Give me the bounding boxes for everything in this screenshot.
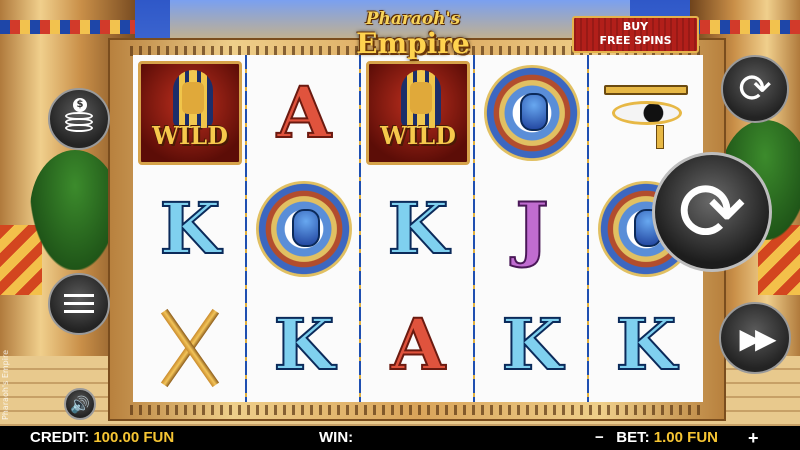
fast-forward-icon: ▶▶ (739, 321, 776, 355)
reel-symbol: A (361, 287, 475, 403)
reel-symbol (133, 287, 247, 403)
reel-symbol (247, 171, 361, 287)
letter-k-symbol: K (615, 303, 678, 386)
reel-symbol: WILD (133, 55, 247, 171)
letter-k-symbol: K (159, 187, 222, 270)
autoplay-button[interactable]: ⟳ (721, 55, 789, 123)
buy-free-spins-button[interactable]: BUY FREE SPINS (572, 16, 699, 53)
reel-2: AK (247, 55, 361, 402)
menu-button[interactable] (48, 273, 110, 335)
bet-increase-button[interactable]: + (748, 426, 759, 450)
reel-3: WILD K A (361, 55, 475, 402)
crook-and-flail-icon (142, 297, 238, 393)
reel-symbol: K (589, 287, 703, 403)
bet-label: BET: (616, 429, 650, 446)
reel-symbol: K (475, 287, 589, 403)
reel-symbol: J (475, 171, 589, 287)
logo-line2: Empire (356, 27, 470, 60)
wild-pharaoh-symbol: WILD (138, 61, 242, 165)
fast-forward-button[interactable]: ▶▶ (719, 302, 791, 374)
free-spins-label: FREE SPINS (599, 34, 672, 47)
bet-coins-button[interactable]: $ (48, 88, 110, 150)
letter-a-symbol: A (276, 71, 332, 154)
reel-4: JK (475, 55, 589, 402)
letter-a-symbol: A (390, 303, 446, 386)
eye-of-horus-icon (598, 73, 694, 153)
letter-j-symbol: J (514, 187, 549, 270)
game-logo: Pharaoh's Empire (338, 9, 488, 63)
credit-value: 100.00 FUN (93, 429, 175, 446)
win-label: WIN: (319, 429, 354, 446)
scarab-icon (256, 181, 352, 277)
game-watermark: Pharaoh's Empire (1, 350, 10, 421)
palm-left (30, 150, 120, 270)
reel-1: WILD K (133, 55, 247, 402)
reel-symbol: A (247, 55, 361, 171)
wild-label: WILD (380, 121, 456, 150)
bet-decrease-button[interactable]: − (595, 429, 604, 446)
logo-line1: Pharaoh's (365, 9, 461, 29)
reel-symbol: K (361, 171, 475, 287)
reel-symbol: K (247, 287, 361, 403)
autoplay-icon: ⟳ (738, 66, 772, 112)
hamburger-icon (64, 294, 94, 314)
bet-display: − BET: 1.00 FUN (595, 426, 718, 450)
bet-value: 1.00 FUN (653, 429, 718, 446)
coins-icon: $ (65, 98, 93, 134)
reel-symbol: WILD (361, 55, 475, 171)
sound-button[interactable]: 🔊 (64, 388, 96, 420)
wild-label: WILD (152, 121, 228, 150)
letter-k-symbol: K (501, 303, 564, 386)
bottom-status-bar: CREDIT: 100.00 FUN WIN: − BET: 1.00 FUN … (0, 426, 800, 450)
credit-display: CREDIT: 100.00 FUN (30, 426, 174, 450)
reels-grid: WILD K A K WILD K A J K K (133, 55, 703, 403)
spin-button[interactable]: ⟳ (652, 152, 772, 272)
spin-icon: ⟳ (677, 164, 747, 260)
reel-symbol (589, 55, 703, 171)
reel-symbol: K (133, 171, 247, 287)
win-display: WIN: (319, 426, 353, 450)
wild-pharaoh-symbol: WILD (366, 61, 470, 165)
speaker-icon: 🔊 (70, 394, 90, 414)
letter-k-symbol: K (387, 187, 450, 270)
reel-symbol (475, 55, 589, 171)
credit-label: CREDIT: (30, 429, 90, 446)
scarab-icon (484, 65, 580, 161)
buy-label: BUY (622, 20, 649, 33)
letter-k-symbol: K (273, 303, 336, 386)
